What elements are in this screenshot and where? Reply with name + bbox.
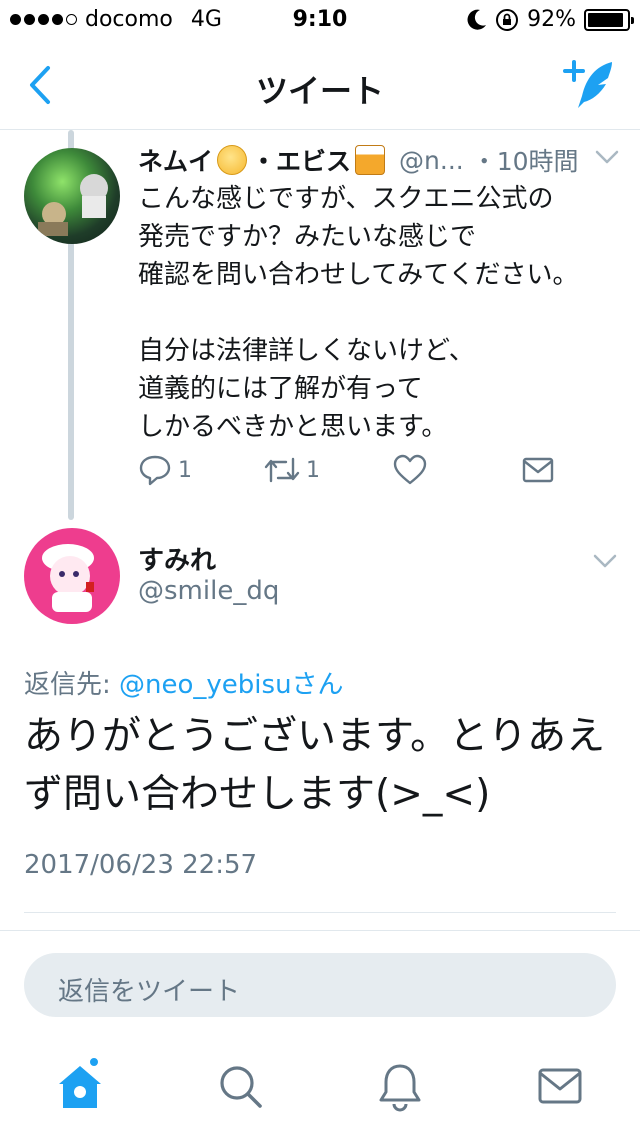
notification-dot [88, 1056, 100, 1068]
tab-home[interactable] [52, 1056, 108, 1114]
status-right: 92% [467, 7, 634, 32]
reply-icon [139, 455, 171, 486]
envelope-icon [522, 457, 554, 483]
tweet-timestamp: 2017/06/23 22:57 [24, 850, 258, 880]
reply-to-line: 返信先: @neo_yebisuさん [24, 664, 344, 701]
avatar-image [38, 174, 108, 236]
tab-search[interactable] [212, 1058, 268, 1114]
avatar[interactable] [24, 528, 120, 624]
home-icon [59, 1066, 101, 1108]
chevron-down-icon[interactable] [594, 148, 620, 166]
tweet-actions: 1 1 [138, 450, 578, 490]
reply-to-user-link[interactable]: @neo_yebisuさん [119, 670, 344, 700]
divider [24, 912, 616, 913]
retweet-button[interactable]: 1 [262, 450, 320, 490]
reply-count: 1 [178, 457, 192, 483]
battery-percent: 92% [527, 7, 576, 32]
rotation-lock-icon [496, 8, 519, 31]
divider [0, 930, 640, 931]
tab-bar [0, 1046, 640, 1136]
messages-icon [538, 1068, 582, 1104]
sleepy-face-emoji-icon [217, 145, 248, 175]
retweet-count: 1 [306, 457, 320, 483]
chevron-down-icon[interactable] [592, 552, 618, 570]
moon-icon [467, 9, 487, 30]
status-bar: docomo 4G 9:10 92% [0, 0, 640, 40]
display-name-suffix: ・エビス [251, 147, 352, 176]
battery-icon [584, 8, 634, 31]
like-button[interactable] [392, 450, 428, 490]
tab-messages[interactable] [532, 1058, 588, 1114]
page-title: ツイート [255, 72, 384, 110]
user-handle[interactable]: @smile_dq [138, 576, 279, 606]
tweet-text: ありがとうございます。とりあえず問い合わせします(>_<) [24, 714, 606, 817]
reply-button[interactable]: 1 [138, 450, 192, 490]
heart-icon [393, 454, 427, 485]
beer-mugs-emoji-icon [355, 145, 386, 175]
direct-message-button[interactable] [522, 450, 554, 490]
reply-to-label: 返信先: [24, 670, 120, 700]
tweet-time: ・10時間 [471, 147, 579, 176]
tab-notifications[interactable] [372, 1058, 428, 1114]
compose-tweet-icon[interactable] [562, 58, 618, 112]
search-icon [220, 1066, 262, 1108]
display-name[interactable]: すみれ [138, 540, 216, 577]
reply-input[interactable]: 返信をツイート [24, 953, 616, 1017]
user-handle: @n... [399, 145, 464, 175]
retweet-icon [264, 457, 300, 483]
tweet-text: こんな感じですが、スクエニ公式の 発売ですか？みたいな感じで 確認を問い合わせし… [138, 184, 579, 442]
display-name: ネムイ [138, 147, 214, 176]
notifications-icon [379, 1064, 421, 1112]
avatar-image [42, 544, 94, 612]
avatar[interactable] [24, 148, 120, 244]
parent-tweet[interactable]: ネムイ ・エビス @n... ・10時間 こんな感じですが、スクエニ公式の 発売… [138, 142, 620, 446]
tweet-header: ネムイ ・エビス @n... ・10時間 [138, 142, 620, 178]
nav-header: ツイート [0, 40, 640, 130]
